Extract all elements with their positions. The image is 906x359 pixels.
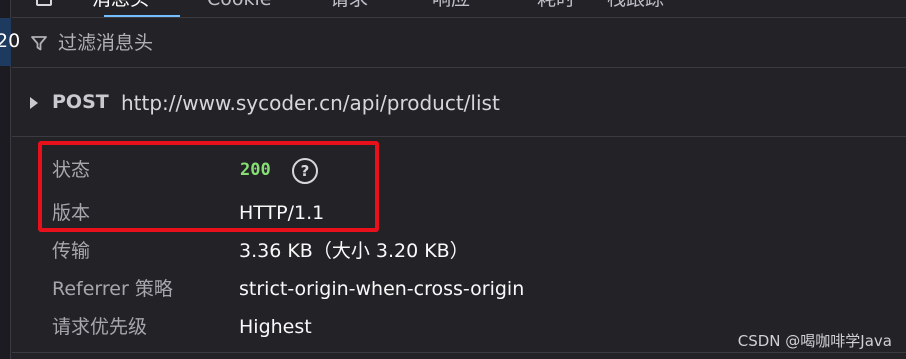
referrer-policy-label: Referrer 策略 [52, 278, 173, 300]
tab-request[interactable]: 请求 [330, 0, 368, 10]
network-request-details-panel: 20 消息头 Cookie 请求 响应 耗时 栈跟踪 POST http://w… [0, 0, 906, 359]
transfer-value: 3.36 KB（大小 3.20 KB） [239, 240, 469, 262]
help-question-icon[interactable]: ? [292, 158, 318, 184]
status-code: 200 [240, 160, 271, 180]
filter-bar [12, 18, 906, 68]
tab-cookies[interactable]: Cookie [207, 0, 272, 10]
status-label: 状态 [52, 159, 91, 181]
priority-value: Highest [239, 316, 312, 338]
tab-headers[interactable]: 消息头 [92, 0, 149, 10]
version-row: 版本 HTTP/1.1 [12, 194, 892, 232]
priority-label: 请求优先级 [52, 316, 148, 338]
tab-response[interactable]: 响应 [432, 0, 470, 10]
bottom-divider [12, 352, 906, 353]
tab-stack-trace[interactable]: 栈跟踪 [607, 0, 664, 10]
version-label: 版本 [52, 202, 91, 224]
details-tab-bar: 消息头 Cookie 请求 响应 耗时 栈跟踪 [12, 0, 906, 18]
transfer-label: 传输 [52, 240, 91, 262]
request-summary-row[interactable]: POST http://www.sycoder.cn/api/product/l… [12, 69, 906, 137]
watermark: CSDN @喝咖啡学Java [737, 332, 892, 350]
tab-timings[interactable]: 耗时 [537, 0, 575, 10]
status-row: 状态 200 ? [12, 151, 892, 189]
request-list-edge: 20 [0, 0, 20, 359]
expand-triangle-icon[interactable] [30, 97, 38, 109]
request-url: http://www.sycoder.cn/api/product/list [121, 91, 500, 115]
filter-icon [31, 36, 47, 51]
referrer-policy-row: Referrer 策略 strict-origin-when-cross-ori… [12, 270, 892, 308]
transfer-row: 传输 3.36 KB（大小 3.20 KB） [12, 232, 892, 270]
response-details-list: 状态 200 ? 版本 HTTP/1.1 传输 3.36 KB（大小 3.20 … [12, 138, 906, 359]
referrer-policy-value: strict-origin-when-cross-origin [239, 278, 525, 300]
filter-headers-input[interactable] [58, 30, 458, 56]
request-method: POST [52, 91, 109, 113]
version-value: HTTP/1.1 [239, 202, 325, 224]
toggle-panel-icon[interactable] [36, 0, 52, 6]
